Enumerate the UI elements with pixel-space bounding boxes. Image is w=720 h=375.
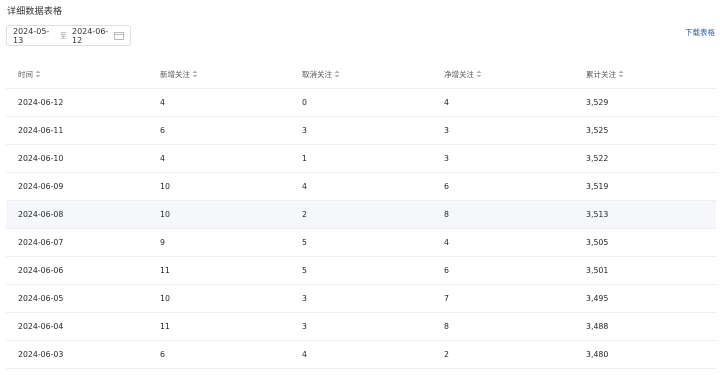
table-cell: 3 bbox=[432, 116, 574, 145]
start-date[interactable]: 2024-05-13 bbox=[13, 27, 55, 45]
table-header-row: 时间 新增关注 取消关注 净增关注 累计关注 bbox=[6, 61, 716, 89]
table-cell: 10 bbox=[148, 200, 290, 229]
table-cell: 3,488 bbox=[574, 312, 716, 341]
table-cell: 2024-06-06 bbox=[6, 256, 148, 285]
column-header-label: 新增关注 bbox=[160, 69, 190, 79]
sort-icon[interactable] bbox=[618, 70, 624, 80]
table-cell: 2 bbox=[432, 340, 574, 369]
sort-icon[interactable] bbox=[334, 70, 340, 80]
column-header-label: 累计关注 bbox=[586, 69, 616, 79]
table-cell: 9 bbox=[148, 228, 290, 257]
table-cell: 8 bbox=[432, 312, 574, 341]
download-table-link[interactable]: 下载表格 bbox=[685, 27, 715, 38]
table-cell: 5 bbox=[290, 228, 432, 257]
table-row: 2024-06-11 6 3 3 3,525 bbox=[6, 116, 716, 145]
table-cell: 3,501 bbox=[574, 256, 716, 285]
detail-data-panel: 详细数据表格 2024-05-13 至 2024-06-12 下载表格 时间 新增… bbox=[0, 0, 720, 375]
sort-icon[interactable] bbox=[35, 70, 41, 80]
end-date[interactable]: 2024-06-12 bbox=[72, 27, 114, 45]
table-cell: 4 bbox=[432, 228, 574, 257]
table-cell: 4 bbox=[290, 172, 432, 201]
sort-icon[interactable] bbox=[476, 70, 482, 80]
table-cell: 6 bbox=[148, 340, 290, 369]
table-cell: 11 bbox=[148, 256, 290, 285]
table-cell: 3,513 bbox=[574, 200, 716, 229]
table-cell: 8 bbox=[432, 200, 574, 229]
table-cell: 3 bbox=[290, 312, 432, 341]
table-cell: 3,495 bbox=[574, 284, 716, 313]
table-cell: 5 bbox=[290, 256, 432, 285]
table-cell: 2024-06-10 bbox=[6, 144, 148, 173]
table-cell: 7 bbox=[432, 284, 574, 313]
date-separator: 至 bbox=[60, 31, 67, 40]
column-header[interactable]: 累计关注 bbox=[574, 61, 716, 89]
table-cell: 3 bbox=[290, 284, 432, 313]
table-cell: 2024-06-04 bbox=[6, 312, 148, 341]
table-row: 2024-06-09 10 4 6 3,519 bbox=[6, 172, 716, 201]
table-row: 2024-06-12 4 0 4 3,529 bbox=[6, 88, 716, 117]
column-header-label: 时间 bbox=[18, 69, 33, 79]
table-row: 2024-06-10 4 1 3 3,522 bbox=[6, 144, 716, 173]
date-range-picker[interactable]: 2024-05-13 至 2024-06-12 bbox=[6, 25, 131, 46]
section-title: 详细数据表格 bbox=[7, 7, 63, 17]
table-cell: 10 bbox=[148, 284, 290, 313]
table-body: 2024-06-12 4 0 4 3,529 2024-06-11 6 3 3 3,525 2024… bbox=[6, 88, 716, 369]
table-cell: 2024-06-11 bbox=[6, 116, 148, 145]
table-cell: 2024-06-12 bbox=[6, 88, 148, 117]
column-header-label: 取消关注 bbox=[302, 69, 332, 79]
table-cell: 10 bbox=[148, 172, 290, 201]
column-header-label: 净增关注 bbox=[444, 69, 474, 79]
table-cell: 2024-06-08 bbox=[6, 200, 148, 229]
table-cell: 6 bbox=[148, 116, 290, 145]
table-cell: 3,480 bbox=[574, 340, 716, 369]
table-cell: 3,529 bbox=[574, 88, 716, 117]
table-row: 2024-06-06 11 5 6 3,501 bbox=[6, 256, 716, 285]
table-row: 2024-06-04 11 3 8 3,488 bbox=[6, 312, 716, 341]
table-cell: 3,525 bbox=[574, 116, 716, 145]
sort-icon[interactable] bbox=[192, 70, 198, 80]
data-table: 时间 新增关注 取消关注 净增关注 累计关注 2024-06-12 4 0 4 3,529 202… bbox=[6, 61, 716, 369]
table-cell: 6 bbox=[432, 256, 574, 285]
table-cell: 3 bbox=[290, 116, 432, 145]
table-cell: 11 bbox=[148, 312, 290, 341]
table-cell: 6 bbox=[432, 172, 574, 201]
calendar-icon[interactable] bbox=[114, 31, 124, 40]
table-cell: 4 bbox=[148, 88, 290, 117]
table-cell: 2 bbox=[290, 200, 432, 229]
table-row: 2024-06-07 9 5 4 3,505 bbox=[6, 228, 716, 257]
table-cell: 3,519 bbox=[574, 172, 716, 201]
column-header[interactable]: 时间 bbox=[6, 61, 148, 89]
column-header[interactable]: 取消关注 bbox=[290, 61, 432, 89]
table-cell: 3,522 bbox=[574, 144, 716, 173]
table-cell: 3 bbox=[432, 144, 574, 173]
table-cell: 4 bbox=[432, 88, 574, 117]
table-cell: 2024-06-09 bbox=[6, 172, 148, 201]
table-cell: 0 bbox=[290, 88, 432, 117]
column-header[interactable]: 净增关注 bbox=[432, 61, 574, 89]
table-cell: 4 bbox=[290, 340, 432, 369]
table-cell: 4 bbox=[148, 144, 290, 173]
table-cell: 1 bbox=[290, 144, 432, 173]
table-cell: 2024-06-07 bbox=[6, 228, 148, 257]
table-cell: 3,505 bbox=[574, 228, 716, 257]
table-row: 2024-06-08 10 2 8 3,513 bbox=[6, 200, 716, 229]
table-row: 2024-06-05 10 3 7 3,495 bbox=[6, 284, 716, 313]
table-cell: 2024-06-05 bbox=[6, 284, 148, 313]
table-cell: 2024-06-03 bbox=[6, 340, 148, 369]
column-header[interactable]: 新增关注 bbox=[148, 61, 290, 89]
table-row: 2024-06-03 6 4 2 3,480 bbox=[6, 340, 716, 369]
